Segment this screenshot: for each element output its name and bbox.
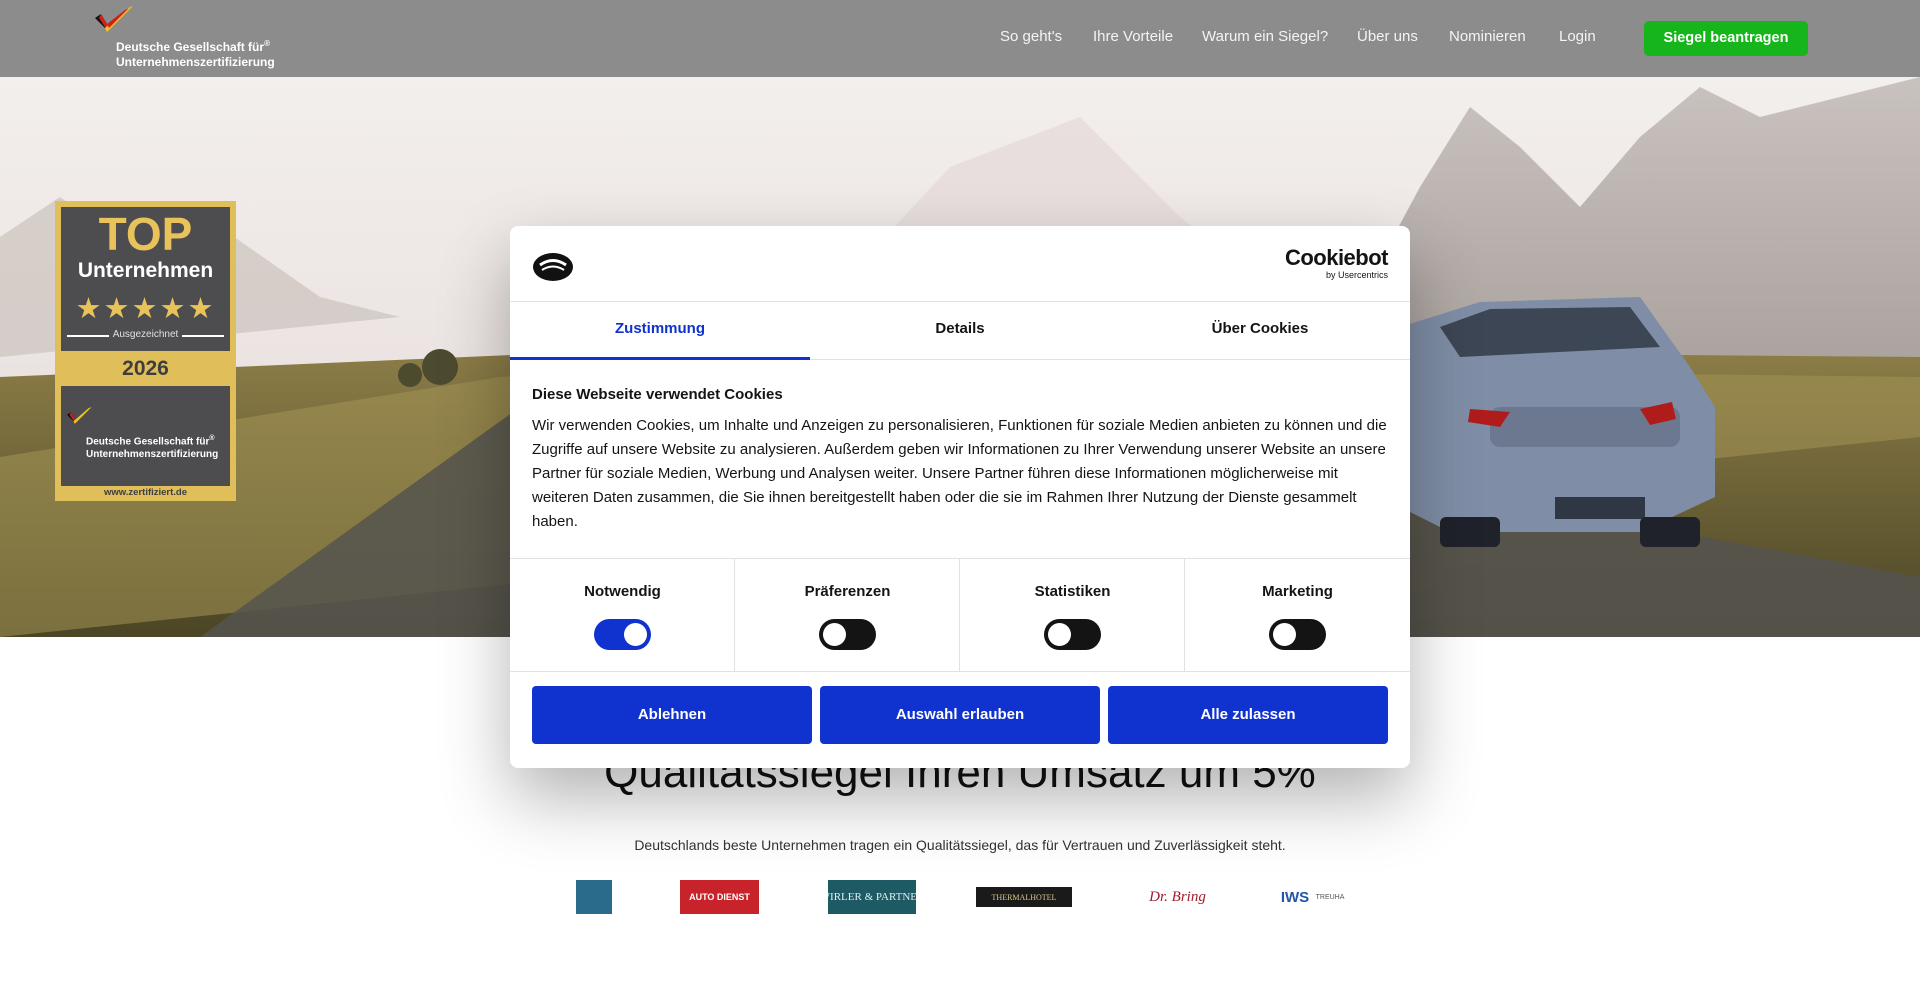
allow-all-button[interactable]: Alle zulassen <box>1108 686 1388 744</box>
badge-url: www.zertifiziert.de <box>103 487 188 498</box>
site-header: Deutsche Gesellschaft für® Unternehmensz… <box>0 0 1920 77</box>
partner-emblem-icon <box>576 880 612 914</box>
partner-logos: AUTO DIENST WIRLER & PARTNER THERMALHOTE… <box>0 880 1920 920</box>
toggle-knob <box>1048 623 1071 646</box>
logo-checkmark-icon <box>95 6 133 32</box>
logo-text: Deutsche Gesellschaft für® Unternehmensz… <box>116 39 275 69</box>
badge-label: Ausgezeichnet <box>112 329 179 340</box>
toggle-label: Marketing <box>1262 583 1333 600</box>
nav-login[interactable]: Login <box>1559 28 1596 45</box>
nav-ueber-uns[interactable]: Über uns <box>1357 28 1418 45</box>
site-logo[interactable]: Deutsche Gesellschaft für® Unternehmensz… <box>95 6 295 70</box>
cookiebot-name: Cookiebot <box>1284 245 1389 270</box>
allow-selection-button[interactable]: Auswahl erlauben <box>820 686 1100 744</box>
toggle-knob <box>624 623 647 646</box>
toggle-cell-praeferenzen: Präferenzen <box>735 559 960 671</box>
toggle-praeferenzen[interactable] <box>819 619 876 650</box>
badge-subtitle: Unternehmen <box>77 259 214 282</box>
cookie-title: Diese Webseite verwendet Cookies <box>532 386 783 403</box>
toggle-cell-notwendig: Notwendig <box>510 559 735 671</box>
badge-stars-icon: ★★★★★ <box>75 291 216 325</box>
cookiebot-brand[interactable]: Cookiebot by Usercentrics <box>1284 245 1389 281</box>
nav-nominieren[interactable]: Nominieren <box>1449 28 1526 45</box>
badge-year: 2026 <box>122 357 169 380</box>
toggle-label: Statistiken <box>1034 583 1111 600</box>
toggle-cell-marketing: Marketing <box>1185 559 1410 671</box>
site-cookie-logo-icon <box>533 253 573 281</box>
cookie-consent-dialog: Cookiebot by Usercentrics Zustimmung Det… <box>510 226 1410 768</box>
toggle-label: Notwendig <box>584 583 661 600</box>
badge-top-panel: TOP Unternehmen ★★★★★ Ausgezeichnet <box>61 207 230 351</box>
cookie-dialog-header: Cookiebot by Usercentrics <box>510 226 1410 302</box>
top-company-badge[interactable]: TOP Unternehmen ★★★★★ Ausgezeichnet 2026… <box>55 201 236 501</box>
partner-iws-icon: IWS <box>1280 888 1310 906</box>
badge-top-text: TOP <box>98 208 193 260</box>
toggle-knob <box>823 623 846 646</box>
decline-button[interactable]: Ablehnen <box>532 686 812 744</box>
toggle-notwendig[interactable] <box>594 619 651 650</box>
tab-details[interactable]: Details <box>810 302 1110 360</box>
toggle-statistiken[interactable] <box>1044 619 1101 650</box>
cookiebot-by: by Usercentrics <box>1325 270 1388 280</box>
nav-warum-ein-siegel[interactable]: Warum ein Siegel? <box>1202 28 1328 45</box>
partner-treuha-icon: TREUHA <box>1315 893 1345 901</box>
nav-ihre-vorteile[interactable]: Ihre Vorteile <box>1093 28 1173 45</box>
toggle-cell-statistiken: Statistiken <box>960 559 1185 671</box>
partner-drbring-icon: Dr. Bring <box>1149 888 1206 905</box>
cookie-tabs: Zustimmung Details Über Cookies <box>510 302 1410 360</box>
badge-org-text: Deutsche Gesellschaft für® Unternehmensz… <box>86 435 219 461</box>
toggle-label: Präferenzen <box>804 583 891 600</box>
page-subtitle: Deutschlands beste Unternehmen tragen ei… <box>634 837 1286 853</box>
partner-wirler-icon: WIRLER & PARTNER <box>828 880 916 914</box>
badge-logo-checkmark-icon <box>67 406 92 424</box>
toggle-knob <box>1273 623 1296 646</box>
badge-bottom-panel: Deutsche Gesellschaft für® Unternehmensz… <box>61 386 230 486</box>
cookie-category-toggles: Notwendig Präferenzen Statistiken Market… <box>510 558 1410 672</box>
nav-so-gehts[interactable]: So geht's <box>1000 28 1062 45</box>
apply-seal-button[interactable]: Siegel beantragen <box>1644 21 1808 56</box>
partner-thermalhotel-icon: THERMALHOTEL <box>976 887 1072 907</box>
partner-autodienst-icon: AUTO DIENST <box>680 880 759 914</box>
tab-ueber-cookies[interactable]: Über Cookies <box>1110 302 1410 360</box>
tab-zustimmung[interactable]: Zustimmung <box>510 302 810 360</box>
cookie-body-text: Wir verwenden Cookies, um Inhalte und An… <box>532 417 1387 530</box>
toggle-marketing[interactable] <box>1269 619 1326 650</box>
